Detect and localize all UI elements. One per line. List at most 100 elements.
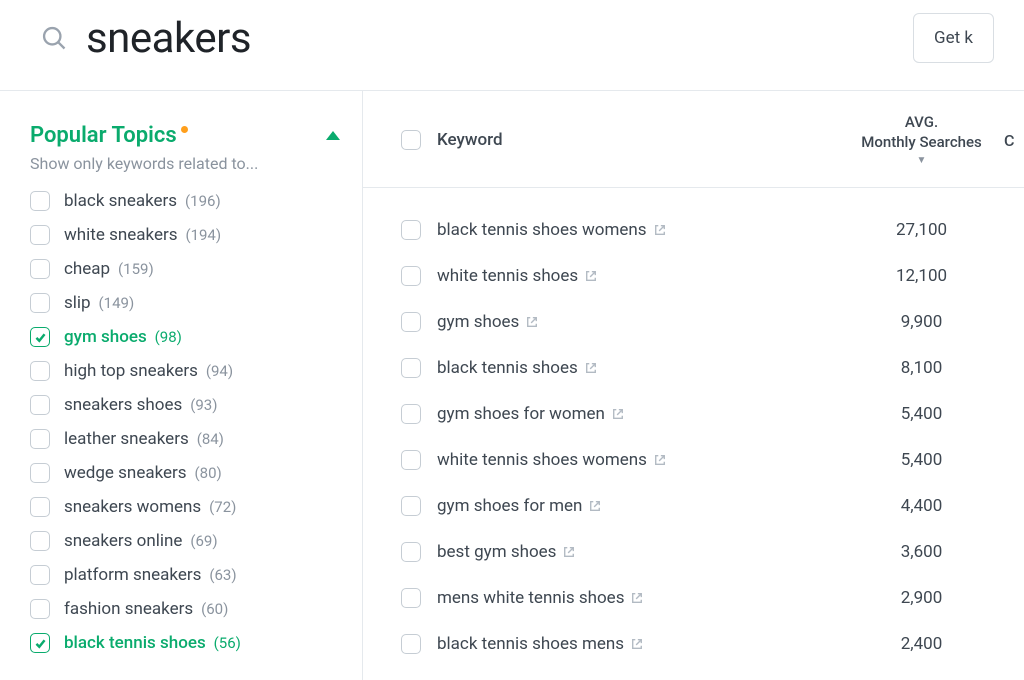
topics-title: Popular Topics <box>30 123 188 148</box>
row-checkbox[interactable] <box>401 404 421 424</box>
topic-checkbox[interactable] <box>30 293 50 313</box>
topic-item[interactable]: leather sneakers (84) <box>30 429 340 449</box>
topic-checkbox[interactable] <box>30 361 50 381</box>
searches-line1: AVG. <box>905 113 938 131</box>
topic-item[interactable]: white sneakers (194) <box>30 225 340 245</box>
topic-item[interactable]: wedge sneakers (80) <box>30 463 340 483</box>
row-keyword[interactable]: black tennis shoes womens <box>437 220 849 240</box>
row-searches-value: 5,400 <box>849 404 994 424</box>
collapse-caret-icon[interactable] <box>326 131 340 140</box>
row-keyword[interactable]: gym shoes for women <box>437 404 849 424</box>
topic-label: gym shoes <box>64 327 147 347</box>
topic-checkbox[interactable] <box>30 395 50 415</box>
topic-label: cheap <box>64 259 110 279</box>
external-link-icon <box>589 500 601 512</box>
topic-checkbox[interactable] <box>30 327 50 347</box>
row-keyword[interactable]: white tennis shoes <box>437 266 849 286</box>
topic-list: black sneakers (196) white sneakers (194)… <box>30 191 340 653</box>
topic-checkbox[interactable] <box>30 565 50 585</box>
topic-item[interactable]: fashion sneakers (60) <box>30 599 340 619</box>
topics-subtitle: Show only keywords related to... <box>30 154 340 173</box>
topic-checkbox[interactable] <box>30 463 50 483</box>
row-keyword[interactable]: best gym shoes <box>437 542 849 562</box>
topic-count: (80) <box>195 464 222 482</box>
row-searches-value: 5,400 <box>849 450 994 470</box>
topic-count: (56) <box>214 634 241 652</box>
column-header-searches[interactable]: AVG. Monthly Searches ▼ <box>849 113 994 167</box>
check-icon <box>34 637 47 650</box>
row-checkbox[interactable] <box>401 588 421 608</box>
row-checkbox[interactable] <box>401 266 421 286</box>
topic-checkbox[interactable] <box>30 259 50 279</box>
keyword-text: white tennis shoes <box>437 266 578 286</box>
column-header-keyword[interactable]: Keyword <box>437 130 849 150</box>
external-link-icon <box>612 408 624 420</box>
topic-item[interactable]: slip (149) <box>30 293 340 313</box>
topic-item[interactable]: cheap (159) <box>30 259 340 279</box>
main: Keyword AVG. Monthly Searches ▼ C black … <box>363 91 1024 680</box>
searches-line2: Monthly Searches <box>861 133 982 151</box>
topic-checkbox[interactable] <box>30 633 50 653</box>
topic-item[interactable]: gym shoes (98) <box>30 327 340 347</box>
topic-count: (72) <box>209 498 236 516</box>
topic-count: (84) <box>197 430 224 448</box>
check-icon <box>34 331 47 344</box>
keyword-text: gym shoes for women <box>437 404 605 424</box>
external-link-icon <box>631 638 643 650</box>
row-checkbox[interactable] <box>401 220 421 240</box>
topic-checkbox[interactable] <box>30 191 50 211</box>
table-row: white tennis shoes womens5,400 <box>401 450 1024 470</box>
row-checkbox[interactable] <box>401 450 421 470</box>
row-searches-value: 3,600 <box>849 542 994 562</box>
topic-checkbox[interactable] <box>30 531 50 551</box>
topic-item[interactable]: sneakers shoes (93) <box>30 395 340 415</box>
row-searches-value: 4,400 <box>849 496 994 516</box>
topic-label: sneakers shoes <box>64 395 182 415</box>
table-header: Keyword AVG. Monthly Searches ▼ C <box>363 91 1024 188</box>
row-keyword[interactable]: black tennis shoes <box>437 358 849 378</box>
topic-item[interactable]: platform sneakers (63) <box>30 565 340 585</box>
topic-item[interactable]: black sneakers (196) <box>30 191 340 211</box>
topic-count: (194) <box>185 226 221 244</box>
keyword-text: gym shoes for men <box>437 496 582 516</box>
topics-header: Popular Topics <box>30 123 340 148</box>
topics-title-text: Popular Topics <box>30 123 177 148</box>
table-row: black tennis shoes8,100 <box>401 358 1024 378</box>
topic-checkbox[interactable] <box>30 497 50 517</box>
select-all-checkbox[interactable] <box>401 130 421 150</box>
topic-checkbox[interactable] <box>30 429 50 449</box>
topic-count: (196) <box>185 192 221 210</box>
topic-label: white sneakers <box>64 225 178 245</box>
topic-count: (98) <box>155 328 182 346</box>
topic-count: (93) <box>190 396 217 414</box>
row-checkbox[interactable] <box>401 634 421 654</box>
keyword-text: gym shoes <box>437 312 519 332</box>
external-link-icon <box>585 270 597 282</box>
keyword-text: best gym shoes <box>437 542 556 562</box>
row-keyword[interactable]: black tennis shoes mens <box>437 634 849 654</box>
column-header-last[interactable]: C <box>994 131 1024 150</box>
topic-item[interactable]: sneakers womens (72) <box>30 497 340 517</box>
row-checkbox[interactable] <box>401 358 421 378</box>
row-keyword[interactable]: white tennis shoes womens <box>437 450 849 470</box>
row-checkbox[interactable] <box>401 312 421 332</box>
row-keyword[interactable]: mens white tennis shoes <box>437 588 849 608</box>
get-keywords-button[interactable]: Get k <box>913 13 994 63</box>
topic-count: (69) <box>190 532 217 550</box>
topic-checkbox[interactable] <box>30 225 50 245</box>
topic-item[interactable]: black tennis shoes (56) <box>30 633 340 653</box>
topic-checkbox[interactable] <box>30 599 50 619</box>
topic-label: sneakers womens <box>64 497 201 517</box>
external-link-icon <box>563 546 575 558</box>
search-input[interactable] <box>86 14 913 63</box>
row-checkbox[interactable] <box>401 496 421 516</box>
row-keyword[interactable]: gym shoes for men <box>437 496 849 516</box>
topic-item[interactable]: high top sneakers (94) <box>30 361 340 381</box>
keyword-text: black tennis shoes mens <box>437 634 624 654</box>
table-row: best gym shoes 3,600 <box>401 542 1024 562</box>
row-keyword[interactable]: gym shoes <box>437 312 849 332</box>
table-row: white tennis shoes12,100 <box>401 266 1024 286</box>
topic-item[interactable]: sneakers online (69) <box>30 531 340 551</box>
row-checkbox[interactable] <box>401 542 421 562</box>
topic-count: (94) <box>206 362 233 380</box>
